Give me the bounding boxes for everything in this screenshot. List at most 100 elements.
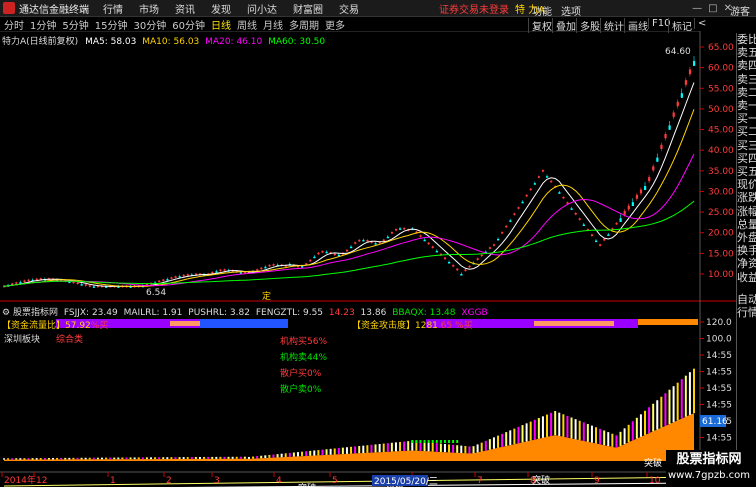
maximize-icon[interactable]: □ <box>708 3 717 14</box>
flow-histogram-bar <box>109 457 112 460</box>
menu-news[interactable]: 资讯 <box>175 1 195 16</box>
attack-pct: 65 %买 <box>440 321 473 331</box>
menu-trade[interactable]: 交易 <box>339 1 359 16</box>
flow-histogram-bar <box>76 457 79 460</box>
date-tick-label: 5 <box>332 476 338 486</box>
sidebar-item: 总量 <box>737 217 756 231</box>
period-more[interactable]: 更多 <box>325 17 345 32</box>
menu-function[interactable]: 功能 <box>532 3 552 18</box>
menu-market[interactable]: 市场 <box>139 1 159 16</box>
login-warning[interactable]: 证券交易未登录 <box>439 1 509 16</box>
menu-discover[interactable]: 发现 <box>211 1 231 16</box>
flow-histogram-bar <box>443 443 446 453</box>
indicator-v1: 14.23 <box>328 308 355 318</box>
flow-histogram-bar <box>468 446 471 454</box>
attack-label: 【资金攻击度】1281 65 %买 <box>352 318 473 331</box>
flow-histogram-bar <box>80 457 83 460</box>
flow-histogram-bar <box>627 424 630 443</box>
sidebar-item[interactable]: 自动 <box>737 293 756 306</box>
period-30min[interactable]: 30分钟 <box>133 17 166 32</box>
period-monthly[interactable]: 月线 <box>263 17 283 32</box>
flow-histogram-bar <box>558 412 561 436</box>
flow-histogram-bar <box>72 457 75 460</box>
flow-histogram-bar <box>174 457 177 460</box>
period-15min[interactable]: 15分钟 <box>95 17 128 32</box>
menu-quotes[interactable]: 行情 <box>103 1 123 16</box>
flow-ratio-pct: %买 <box>90 321 109 331</box>
watermark-title: 股票指标网 <box>676 452 742 467</box>
period-60min[interactable]: 60分钟 <box>172 17 205 32</box>
flow-histogram-bar <box>288 452 291 457</box>
flow-histogram-bar <box>260 455 263 459</box>
ma20-line <box>3 153 695 287</box>
indicator-name[interactable]: 股票指标网 <box>13 308 58 318</box>
flow-histogram-bar <box>227 456 230 459</box>
attack-text: 【资金攻击度】1281 <box>352 321 438 331</box>
sidebar-item: 现价 <box>737 178 756 192</box>
flow-histogram-bar <box>3 458 5 460</box>
site-watermark: 股票指标网 www.7gpzb.com <box>666 450 752 487</box>
flow-histogram-bar <box>141 457 144 460</box>
period-multi[interactable]: 多周期 <box>289 17 319 32</box>
price-tick-label: 20.00 <box>708 229 734 239</box>
sidebar-item: 收益 <box>737 270 756 284</box>
price-tick-label: 65.00 <box>708 43 734 53</box>
minimize-icon[interactable]: — <box>692 3 702 14</box>
ma5-line <box>3 82 695 287</box>
flow-histogram-bar <box>533 419 536 440</box>
flow-dip-mark <box>443 440 446 443</box>
guest-user[interactable]: 游客 <box>730 3 750 18</box>
flow-histogram-bar <box>170 457 173 460</box>
flow-histogram-bar <box>399 441 402 452</box>
flow-dip-mark <box>435 440 438 443</box>
period-daily[interactable]: 日线 <box>211 17 231 32</box>
flow-histogram-bar <box>390 442 393 452</box>
flow-histogram-bar <box>149 457 152 460</box>
flow-histogram-bar <box>386 443 389 452</box>
flow-histogram-bar <box>203 456 206 459</box>
flow-histogram-bar <box>484 440 487 451</box>
menu-options[interactable]: 选项 <box>561 3 581 18</box>
price-tick-label: 15.00 <box>708 249 734 259</box>
flow-histogram-bar <box>301 451 304 457</box>
indicator-v2: 13.86 <box>360 308 387 318</box>
price-tick-label: 30.00 <box>708 187 734 197</box>
flow-histogram-bar <box>382 443 385 452</box>
flow-histogram-bar <box>644 410 647 435</box>
sidebar-item[interactable]: 行情 <box>737 306 756 319</box>
flow-histogram-bar <box>198 457 201 459</box>
flow-histogram-bar <box>566 415 569 438</box>
period-5min[interactable]: 5分钟 <box>62 17 88 32</box>
flow-histogram-bar <box>476 444 479 453</box>
menu-wealth[interactable]: 财富圈 <box>293 1 323 16</box>
collapse-icon[interactable]: < <box>694 18 709 29</box>
flow-histogram-bar <box>162 457 165 460</box>
low-price-label: 6.54 <box>146 288 166 298</box>
period-weekly[interactable]: 周线 <box>237 17 257 32</box>
flow-histogram-bar <box>464 446 467 454</box>
flow-histogram-bar <box>574 419 577 440</box>
price-tick-label: 50.00 <box>708 105 734 115</box>
menu-ask[interactable]: 问小达 <box>247 1 277 16</box>
app-title: 通达信金融终端 <box>19 4 89 16</box>
flow-histogram-bar <box>305 451 308 456</box>
flow-histogram-bar <box>435 443 438 452</box>
kline-chart[interactable]: 65.00 60.00 55.00 50.00 45.00 40.00 35.00 30.00… <box>0 31 736 487</box>
flow-histogram-bar <box>403 441 406 451</box>
flow-histogram-bar <box>178 457 181 459</box>
period-1min[interactable]: 1分钟 <box>30 17 56 32</box>
flow-histogram-bar <box>676 382 679 421</box>
legend-ma10: MA10: 56.03 <box>142 37 200 47</box>
legend-name: 特力A(日线前复权) <box>2 37 79 47</box>
indicator-gear-icon[interactable]: ⚙ <box>2 308 10 318</box>
date-tick-label: 9 <box>594 476 600 486</box>
price-tick-label: 45.00 <box>708 126 734 136</box>
flow-retail-buy: 散户买0% <box>280 369 322 379</box>
period-timeshare[interactable]: 分时 <box>4 17 24 32</box>
flow-histogram-bar <box>211 456 214 459</box>
sidebar-item: 买一 <box>737 112 756 126</box>
flow-histogram-bar <box>280 453 283 458</box>
legend-ma60: MA60: 30.50 <box>268 37 326 47</box>
flow-dip-mark <box>439 440 442 443</box>
flow-histogram-bar <box>623 428 626 445</box>
